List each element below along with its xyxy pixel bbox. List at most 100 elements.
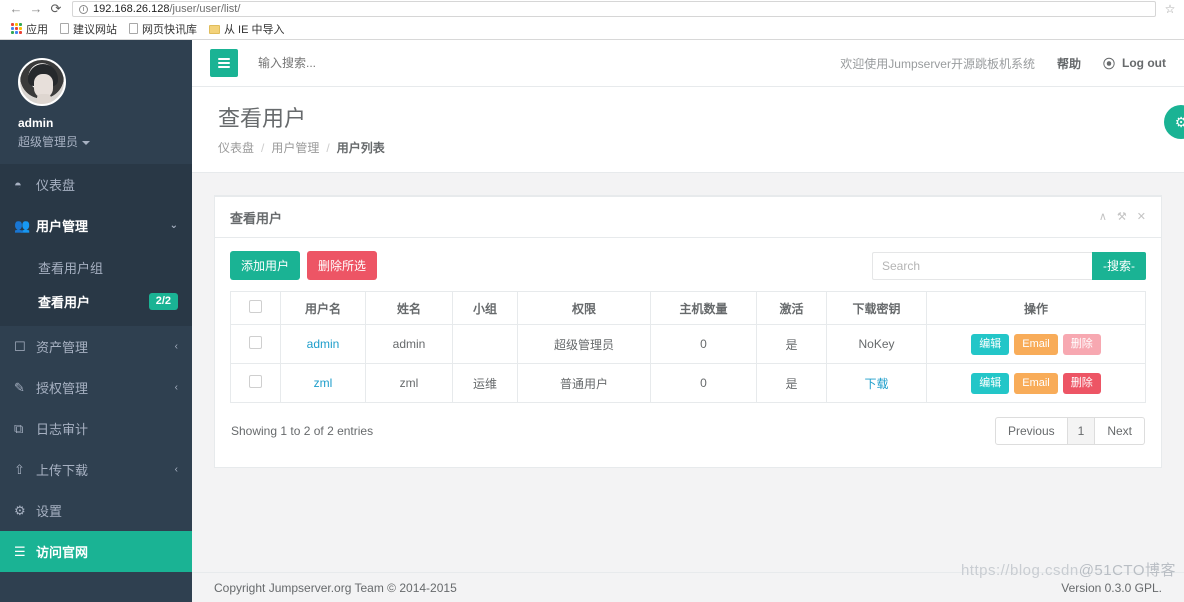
bookmarks-bar: 应用 建议网站 网页快讯库 从 IE 中导入 (0, 18, 1184, 40)
column-username[interactable]: 用户名 (280, 291, 366, 325)
select-all-checkbox[interactable] (249, 300, 262, 313)
wrench-icon[interactable]: ⚒ (1117, 211, 1127, 223)
page-title: 查看用户 (218, 106, 307, 131)
profile-username: admin (18, 116, 54, 130)
bookmark-suggested-sites[interactable]: 建议网站 (55, 20, 122, 38)
breadcrumb-item-dashboard[interactable]: 仪表盘 (218, 139, 254, 156)
help-link[interactable]: 帮助 (1057, 55, 1081, 72)
sidebar-item-log-audit[interactable]: ⧉ 日志审计 (0, 408, 192, 449)
edit-button[interactable]: 编辑 (971, 333, 1010, 355)
chevron-left-icon: ‹ (174, 341, 178, 352)
cell-host-count: 0 (650, 324, 757, 364)
sidebar-profile[interactable]: admin 超级管理员 (0, 40, 192, 164)
sidebar: admin 超级管理员 ◓ 仪表盘 👥 用户管理 ⌄ 查看用户组 查看用户 2/… (0, 40, 192, 602)
cell-active: 是 (756, 324, 827, 364)
folder-icon (209, 24, 220, 34)
settings-fab-button[interactable]: ⚙ (1164, 105, 1184, 139)
gear-icon: ⚙ (1174, 113, 1184, 130)
sidebar-item-label: 仪表盘 (36, 178, 76, 193)
sidebar-item-dashboard[interactable]: ◓ 仪表盘 (0, 164, 192, 205)
column-permission[interactable]: 权限 (517, 291, 651, 325)
chevron-down-icon: ⌄ (169, 220, 178, 231)
panel-tools: ∧ ⚒ ✕ (1099, 211, 1146, 223)
cell-group: 运维 (452, 363, 518, 403)
cell-group (452, 324, 518, 364)
delete-button[interactable]: 删除 (1062, 372, 1101, 394)
cell-username: admin (280, 324, 366, 364)
sidebar-item-permission-management[interactable]: ✎ 授权管理 ‹ (0, 367, 192, 408)
forward-arrow-icon[interactable]: → (26, 0, 46, 18)
user-list-panel: 查看用户 ∧ ⚒ ✕ 添加用户 删除所选 -搜索- (214, 195, 1162, 468)
column-host-count[interactable]: 主机数量 (650, 291, 757, 325)
delete-button[interactable]: 删除 (1062, 333, 1101, 355)
add-user-button[interactable]: 添加用户 (230, 251, 301, 280)
delete-selected-button[interactable]: 删除所选 (307, 251, 378, 280)
cell-permission: 普通用户 (517, 363, 651, 403)
column-name[interactable]: 姓名 (365, 291, 453, 325)
email-button[interactable]: Email (1014, 333, 1058, 355)
cell-active: 是 (756, 363, 827, 403)
sidebar-item-user-management[interactable]: 👥 用户管理 ⌄ (0, 205, 192, 246)
sidebar-item-official-website[interactable]: ☰ 访问官网 (0, 531, 192, 572)
back-arrow-icon[interactable]: ← (6, 0, 26, 18)
bookmark-imported-from-ie[interactable]: 从 IE 中导入 (204, 20, 290, 38)
bookmark-label: 应用 (26, 23, 48, 36)
avatar[interactable] (18, 58, 66, 106)
column-download-key[interactable]: 下载密钥 (826, 291, 927, 325)
address-bar[interactable]: i 192.168.26.128/juser/user/list/ (72, 1, 1156, 17)
breadcrumb-item-user-list: 用户列表 (336, 141, 385, 155)
version-text: Version 0.3.0 GPL. (1061, 580, 1162, 595)
panel-body: 添加用户 删除所选 -搜索- (215, 238, 1161, 467)
sidebar-item-view-users[interactable]: 查看用户 2/2 (0, 284, 192, 318)
breadcrumb-item-user-management[interactable]: 用户管理 (271, 139, 319, 156)
cell-permission: 超级管理员 (517, 324, 651, 364)
username-link[interactable]: admin (307, 337, 340, 351)
download-key-link[interactable]: 下载 (864, 377, 888, 391)
top-navbar-right: 欢迎使用Jumpserver开源跳板机系统 帮助 ⦿ Log out (840, 55, 1166, 72)
sidebar-item-asset-management[interactable]: ☐ 资产管理 ‹ (0, 326, 192, 367)
sidebar-item-settings[interactable]: ⚙ 设置 (0, 490, 192, 531)
logout-button[interactable]: ⦿ Log out (1103, 55, 1166, 72)
breadcrumb-separator: / (326, 140, 330, 155)
page-footer: Copyright Jumpserver.org Team © 2014-201… (192, 572, 1184, 602)
profile-role[interactable]: 超级管理员 (18, 133, 174, 150)
cell-name: zml (365, 363, 453, 403)
bookmark-apps[interactable]: 应用 (6, 20, 53, 38)
panel-header: 查看用户 ∧ ⚒ ✕ (215, 197, 1161, 238)
edit-button[interactable]: 编辑 (971, 372, 1010, 394)
user-table: 用户名 姓名 小组 权限 主机数量 激活 下载密钥 操作 admin admin… (230, 291, 1146, 403)
sidebar-item-view-user-groups[interactable]: 查看用户组 (0, 250, 192, 284)
pagination-previous[interactable]: Previous (994, 417, 1068, 445)
search-input[interactable] (256, 55, 476, 71)
pagination-page-1[interactable]: 1 (1067, 417, 1096, 445)
entries-info: Showing 1 to 2 of 2 entries (231, 424, 374, 438)
row-checkbox[interactable] (249, 336, 262, 349)
cell-username: zml (280, 363, 366, 403)
email-button[interactable]: Email (1014, 372, 1058, 394)
column-group[interactable]: 小组 (452, 291, 518, 325)
hamburger-menu-icon[interactable] (210, 49, 238, 77)
table-body: admin admin 超级管理员 0 是 NoKey 编辑 Email 删除 … (230, 324, 1146, 403)
sidebar-item-upload-download[interactable]: ⇧ 上传下载 ‹ (0, 449, 192, 490)
bookmark-star-icon[interactable]: ☆ (1162, 2, 1178, 16)
chevron-up-icon[interactable]: ∧ (1099, 211, 1107, 223)
table-search-input[interactable] (872, 251, 1092, 280)
search-submit-button[interactable]: -搜索- (1092, 251, 1146, 280)
cell-host-count: 0 (650, 363, 757, 403)
reload-icon[interactable]: ⟳ (46, 0, 66, 18)
username-link[interactable]: zml (314, 376, 333, 390)
column-active[interactable]: 激活 (756, 291, 827, 325)
row-checkbox[interactable] (249, 375, 262, 388)
pagination: Previous 1 Next (994, 417, 1145, 445)
profile-role-label: 超级管理员 (18, 135, 79, 149)
users-icon: 👥 (14, 217, 31, 233)
sidebar-submenu-user-management: 查看用户组 查看用户 2/2 (0, 246, 192, 326)
cell-actions: 编辑 Email 删除 (926, 324, 1146, 364)
close-icon[interactable]: ✕ (1137, 211, 1146, 223)
url-host: 192.168.26.128 (93, 3, 170, 15)
pagination-next[interactable]: Next (1095, 417, 1145, 445)
site-info-icon[interactable]: i (79, 4, 88, 14)
bookmark-news-library[interactable]: 网页快讯库 (124, 20, 202, 38)
page-header: 查看用户 仪表盘 / 用户管理 / 用户列表 ⚙ (192, 87, 1184, 173)
sidebar-item-label: 上传下载 (36, 463, 89, 478)
